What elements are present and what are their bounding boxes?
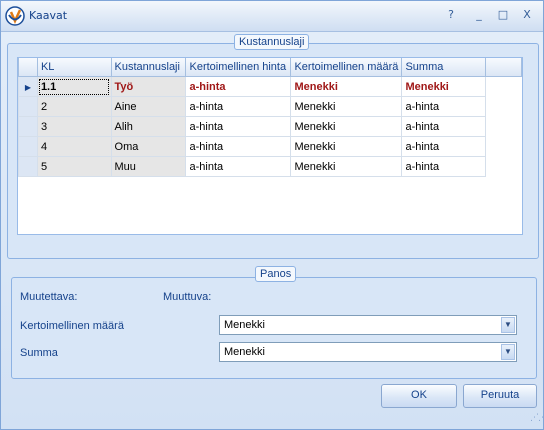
cell-kustannuslaji[interactable]: Oma	[110, 136, 187, 157]
table-row[interactable]: ▶ 1.1 Työ a-hinta Menekki Menekki	[18, 76, 522, 97]
cell-kertoimellinen-maara[interactable]: Menekki	[290, 136, 403, 157]
resize-grip-icon[interactable]: ⋰⋰	[530, 414, 544, 426]
app-logo-icon	[5, 6, 25, 26]
kustannuslaji-group-title: Kustannuslaji	[234, 34, 310, 50]
column-header-kertoimellinen-hinta[interactable]: Kertoimellinen hinta	[185, 58, 292, 77]
cell-summa[interactable]: Menekki	[401, 76, 487, 97]
help-button[interactable]: ?	[443, 7, 459, 23]
cell-kl[interactable]: 5	[36, 156, 112, 177]
grid-header-row: KL Kustannuslaji Kertoimellinen hinta Ke…	[18, 58, 522, 77]
cell-kertoimellinen-maara[interactable]: Menekki	[290, 96, 403, 117]
filler-header	[485, 58, 522, 77]
cell-kl[interactable]: 2	[36, 96, 112, 117]
filler-cell	[486, 157, 522, 177]
column-header-kl[interactable]: KL	[36, 58, 112, 77]
cell-kertoimellinen-maara[interactable]: Menekki	[290, 156, 403, 177]
cell-kustannuslaji[interactable]: Työ	[110, 76, 187, 97]
kustannuslaji-table: KL Kustannuslaji Kertoimellinen hinta Ke…	[18, 58, 522, 177]
filler-cell	[486, 117, 522, 137]
ok-button[interactable]: OK	[381, 384, 457, 408]
title-bar[interactable]: Kaavat ? _ □ X	[1, 1, 543, 32]
cell-kertoimellinen-maara[interactable]: Menekki	[290, 116, 403, 137]
maximize-button[interactable]: □	[495, 7, 511, 23]
filler-cell	[486, 77, 522, 97]
muuttuva-label: Muuttuva:	[163, 291, 212, 303]
cell-kl[interactable]: 1.1	[36, 76, 112, 97]
window-title: Kaavat	[29, 9, 68, 22]
dialog-window: Kaavat ? _ □ X Kustannuslaji KL Kustannu…	[0, 0, 544, 430]
current-row-arrow-icon: ▶	[24, 82, 32, 92]
chevron-down-icon[interactable]: ▼	[501, 317, 515, 333]
table-row[interactable]: 4 Oma a-hinta Menekki a-hinta	[18, 136, 522, 157]
kertoimellinen-maara-value: Menekki	[224, 319, 265, 331]
row-selector[interactable]	[18, 116, 38, 137]
cell-kl[interactable]: 3	[36, 116, 112, 137]
cell-kertoimellinen-hinta[interactable]: a-hinta	[185, 156, 292, 177]
cell-kertoimellinen-hinta[interactable]: a-hinta	[185, 136, 292, 157]
column-header-summa[interactable]: Summa	[401, 58, 487, 77]
table-row[interactable]: 2 Aine a-hinta Menekki a-hinta	[18, 96, 522, 117]
cell-kustannuslaji[interactable]: Alih	[110, 116, 187, 137]
cell-kertoimellinen-hinta[interactable]: a-hinta	[185, 76, 292, 97]
cell-summa[interactable]: a-hinta	[401, 156, 487, 177]
summa-value: Menekki	[224, 346, 265, 358]
filler-cell	[486, 137, 522, 157]
table-row[interactable]: 5 Muu a-hinta Menekki a-hinta	[18, 156, 522, 177]
kertoimellinen-maara-label: Kertoimellinen määrä	[20, 320, 124, 332]
column-header-kertoimellinen-maara[interactable]: Kertoimellinen määrä	[290, 58, 403, 77]
cell-summa[interactable]: a-hinta	[401, 96, 487, 117]
filler-cell	[486, 97, 522, 117]
row-selector[interactable]: ▶	[18, 76, 38, 97]
row-selector[interactable]	[18, 156, 38, 177]
minimize-button[interactable]: _	[471, 7, 487, 23]
cell-kustannuslaji[interactable]: Aine	[110, 96, 187, 117]
panos-group-title: Panos	[255, 266, 297, 282]
cell-summa[interactable]: a-hinta	[401, 116, 487, 137]
summa-dropdown[interactable]: Menekki ▼	[219, 342, 517, 362]
cell-kertoimellinen-hinta[interactable]: a-hinta	[185, 96, 292, 117]
column-header-kustannuslaji[interactable]: Kustannuslaji	[110, 58, 187, 77]
kustannuslaji-grid[interactable]: KL Kustannuslaji Kertoimellinen hinta Ke…	[17, 57, 523, 235]
cell-kl[interactable]: 4	[36, 136, 112, 157]
summa-label: Summa	[20, 347, 58, 359]
chevron-down-icon[interactable]: ▼	[501, 344, 515, 360]
cell-kertoimellinen-hinta[interactable]: a-hinta	[185, 116, 292, 137]
row-selector-header	[18, 58, 38, 77]
kertoimellinen-maara-dropdown[interactable]: Menekki ▼	[219, 315, 517, 335]
row-selector[interactable]	[18, 136, 38, 157]
cell-summa[interactable]: a-hinta	[401, 136, 487, 157]
close-button[interactable]: X	[519, 7, 535, 23]
cancel-button[interactable]: Peruuta	[463, 384, 537, 408]
cell-kustannuslaji[interactable]: Muu	[110, 156, 187, 177]
muutettava-label: Muutettava:	[20, 291, 78, 303]
cell-kertoimellinen-maara[interactable]: Menekki	[290, 76, 403, 97]
table-row[interactable]: 3 Alih a-hinta Menekki a-hinta	[18, 116, 522, 137]
row-selector[interactable]	[18, 96, 38, 117]
